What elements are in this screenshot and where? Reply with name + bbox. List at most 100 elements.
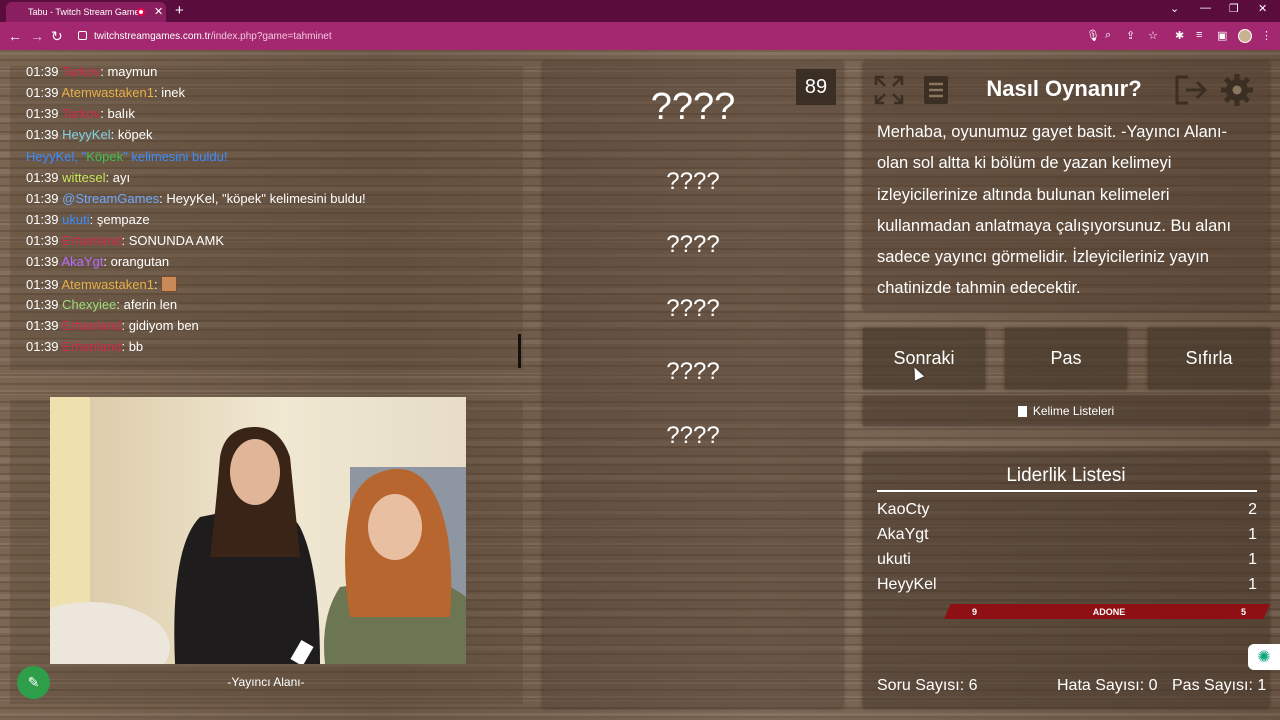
share-icon[interactable]: ⇪ xyxy=(1126,29,1135,42)
extensions-icon[interactable]: ✱ xyxy=(1175,29,1184,42)
chat-username[interactable]: wittesel xyxy=(62,170,105,185)
browser-tab[interactable]: Tabu - Twitch Stream Games ✕ xyxy=(6,2,166,22)
tab-title: Tabu - Twitch Stream Games xyxy=(28,7,144,17)
profile-avatar[interactable] xyxy=(1238,29,1252,43)
notes-icon[interactable] xyxy=(917,71,955,109)
chat-message: 01:39 Erhanland: SONUNDA AMK xyxy=(26,233,225,249)
pass-button[interactable]: Pas xyxy=(1005,328,1127,389)
reset-button[interactable]: Sıfırla xyxy=(1148,328,1270,389)
url-host: twitchstreamgames.com.tr xyxy=(94,30,211,42)
word-lists-label: Kelime Listeleri xyxy=(1032,404,1115,418)
side-panel-icon[interactable]: ▣ xyxy=(1217,29,1227,42)
leaderboard-divider xyxy=(877,490,1257,492)
reading-list-icon[interactable]: ≡ xyxy=(1196,29,1202,41)
close-window-icon[interactable]: ✕ xyxy=(1258,2,1267,15)
back-icon[interactable]: ← xyxy=(8,27,22,45)
chat-message: 01:39 ukuti: şempaze xyxy=(26,212,150,228)
chat-username[interactable]: ukuti xyxy=(62,212,89,227)
bookmark-star-icon[interactable]: ☆ xyxy=(1148,29,1158,42)
chat-username[interactable]: Erhanland xyxy=(62,233,121,248)
browser-tabbar: Tabu - Twitch Stream Games ✕ + ⌄ — ❐ ✕ xyxy=(0,0,1280,22)
chat-text: aferin len xyxy=(123,296,178,312)
player-score: 1 xyxy=(1248,526,1257,543)
question-count: Soru Sayısı: 6 xyxy=(877,677,978,694)
chat-username[interactable]: Chexyiee xyxy=(62,297,116,312)
chat-username[interactable]: Tarkov xyxy=(62,66,100,79)
chat-username[interactable]: HeyyKel xyxy=(62,127,110,142)
forward-icon[interactable]: → xyxy=(30,27,44,45)
chat-text: balık xyxy=(107,106,135,122)
player-score: 1 xyxy=(1248,551,1257,568)
menu-icon[interactable]: ⋮ xyxy=(1261,29,1272,42)
chat-message: HeyyKel, "Köpek" kelimesini buldu! xyxy=(26,149,227,164)
player-score: 1 xyxy=(1248,576,1257,593)
reload-icon[interactable]: ↻ xyxy=(51,27,63,45)
chat-timestamp: 01:39 xyxy=(26,85,59,101)
taboo-word: ???? xyxy=(666,422,720,449)
leaderboard-row: ukuti 1 xyxy=(877,551,1257,569)
chat-message: 01:39 HeyyKel: köpek xyxy=(26,127,153,143)
new-tab-button[interactable]: + xyxy=(175,2,184,20)
exit-icon[interactable] xyxy=(1172,71,1210,109)
how-to-play-text: Merhaba, oyunumuz gayet basit. -Yayıncı … xyxy=(877,123,1232,298)
chat-message: 01:39 Erhanland: bb xyxy=(26,338,144,354)
chat-text: köpek xyxy=(117,127,153,143)
chat-timestamp: 01:39 xyxy=(26,254,59,270)
taboo-word: ???? xyxy=(666,168,720,195)
settings-icon[interactable] xyxy=(1218,71,1256,109)
zoom-icon[interactable]: ⌕ xyxy=(1105,29,1111,42)
chat-system-text: " kelimesini buldu! xyxy=(123,148,228,164)
chat-message: 01:39 @StreamGames: HeyyKel, "köpek" kel… xyxy=(26,190,366,206)
game-page: 01:39 Tarkov: maymun 01:39 Atemwastaken1:… xyxy=(0,50,1280,720)
minimize-icon[interactable]: — xyxy=(1200,2,1211,14)
chat-message: 01:39 AkaYgt: orangutan xyxy=(26,254,170,270)
chat-message: 01:39 Tarkov: maymun xyxy=(26,66,158,79)
chat-text: inek xyxy=(161,85,186,101)
chat-username[interactable]: HeyyKel xyxy=(26,149,74,164)
word-lists-button[interactable]: Kelime Listeleri xyxy=(863,396,1269,426)
chat-username[interactable]: Erhanland xyxy=(62,318,121,333)
chat-timestamp: 01:39 xyxy=(26,338,59,354)
chat-found-word: Köpek xyxy=(86,148,124,164)
chat-username[interactable]: AkaYgt xyxy=(61,254,103,269)
chat-text: HeyyKel, "köpek" kelimesini buldu! xyxy=(166,190,366,206)
chat-text: şempaze xyxy=(96,212,150,228)
pen-button[interactable]: ✎ xyxy=(17,666,50,699)
tab-search-icon[interactable]: ⌄ xyxy=(1170,2,1179,15)
browser-toolbar: ← → ↻ twitchstreamgames.com.tr/index.php… xyxy=(0,22,1280,50)
chat-text: SONUNDA AMK xyxy=(128,233,225,249)
chat-username[interactable]: Erhanland xyxy=(62,339,121,354)
pass-count: Pas Sayısı: 1 xyxy=(1172,677,1267,694)
fullscreen-icon[interactable] xyxy=(870,71,908,109)
chat-username[interactable]: @StreamGames xyxy=(62,191,159,206)
taboo-word: ???? xyxy=(666,358,720,385)
chat-message: 01:39 Erhanland: gidiyom ben xyxy=(26,317,199,333)
chat-username[interactable]: Atemwastaken1 xyxy=(61,277,154,292)
player-name: ukuti xyxy=(877,551,911,568)
chat-timestamp: 01:39 xyxy=(26,190,59,206)
chat-timestamp: 01:39 xyxy=(26,66,59,79)
chat-message: 01:39 Atemwastaken1: xyxy=(26,275,178,292)
chat-timestamp: 01:39 xyxy=(26,276,59,292)
leaderboard-row: HeyyKel 1 xyxy=(877,576,1257,594)
mic-icon[interactable]: 🎙 xyxy=(1086,29,1100,42)
tab-close-icon[interactable]: ✕ xyxy=(154,5,163,18)
lock-icon xyxy=(78,31,87,40)
taboo-word: ???? xyxy=(666,295,720,322)
chat-timestamp: 01:39 xyxy=(26,169,59,185)
restore-icon[interactable]: ❐ xyxy=(1229,2,1239,15)
address-bar[interactable]: twitchstreamgames.com.tr/index.php?game=… xyxy=(68,25,1168,47)
player-name: KaoCty xyxy=(877,501,930,518)
adone-banner: 9 ADONE 5 xyxy=(944,604,1270,619)
chat-scrollbar[interactable] xyxy=(518,334,521,368)
chat-username[interactable]: Tarkov xyxy=(62,106,100,121)
player-name: HeyyKel xyxy=(877,576,937,593)
chat-text: orangutan xyxy=(110,254,170,270)
taboo-word: ???? xyxy=(666,231,720,258)
next-button[interactable]: Sonraki xyxy=(863,328,985,389)
chat-username[interactable]: Atemwastaken1 xyxy=(61,85,154,100)
chat-text: ayı xyxy=(112,169,131,185)
chat-text: bb xyxy=(128,338,144,354)
chat-panel: 01:39 Tarkov: maymun 01:39 Atemwastaken1:… xyxy=(10,66,523,370)
chatgpt-icon[interactable]: ✺ xyxy=(1248,644,1280,670)
